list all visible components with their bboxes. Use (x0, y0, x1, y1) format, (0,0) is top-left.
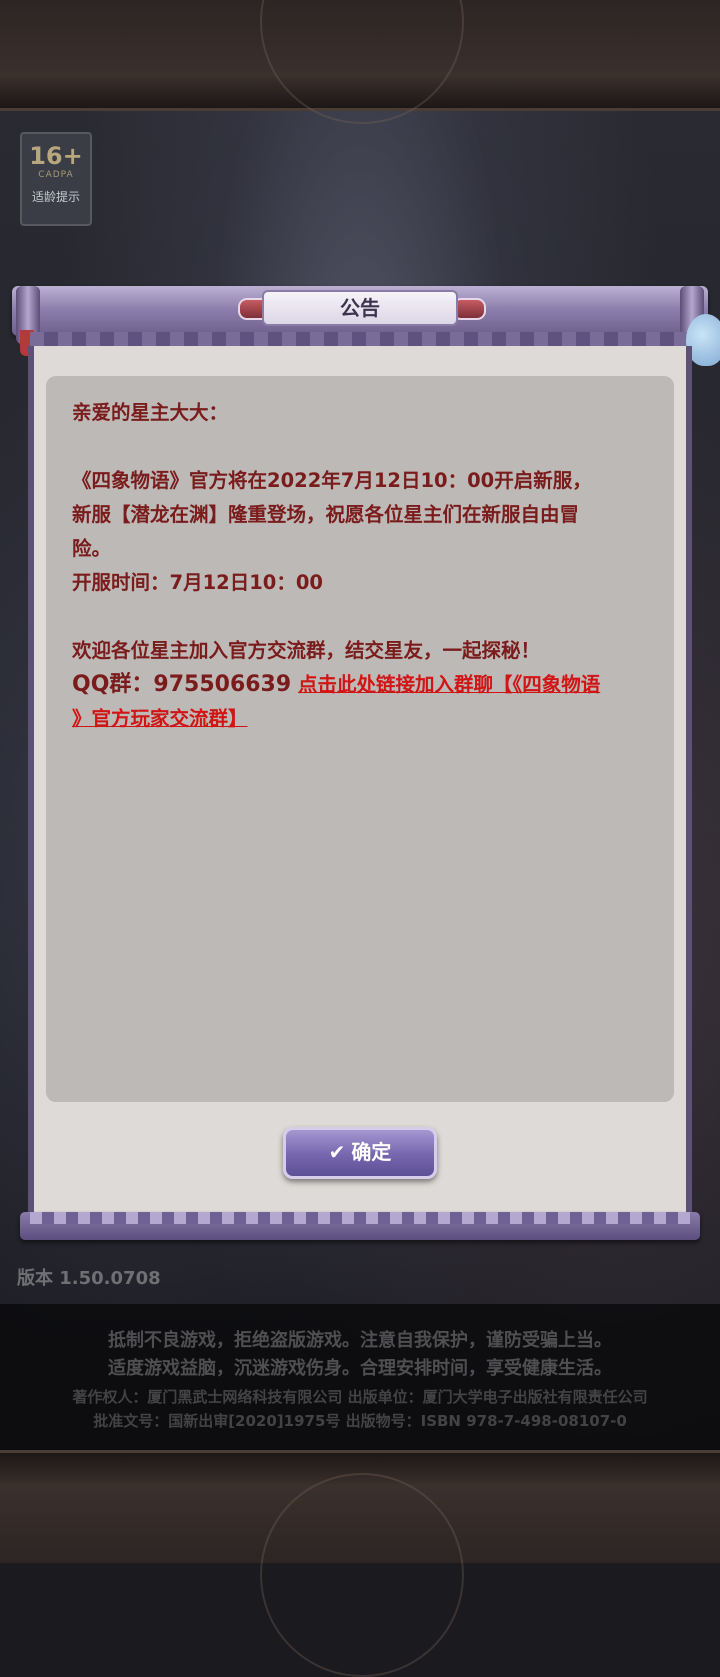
emblem-icon (260, 0, 464, 124)
copyright-line: 著作权人：厦门黑武士网络科技有限公司 出版单位：厦门大学电子出版社有限责任公司 (72, 1388, 648, 1406)
confirm-button-label: 确定 (351, 1140, 392, 1164)
greeting-text: 亲爱的星主大大： (72, 401, 229, 424)
qq-group-join-link[interactable]: 点击此处链接加入群聊【《四象物语 (298, 673, 600, 696)
age-rating-org: CADPA (38, 170, 74, 180)
approval-line: 批准文号：国新出审[2020]1975号 出版物号：ISBN 978-7-498… (93, 1412, 627, 1430)
check-icon: ✔ (328, 1140, 346, 1164)
confirm-button[interactable]: ✔ 确定 (283, 1127, 437, 1179)
age-rating-badge[interactable]: 16+ CADPA 适龄提示 (20, 132, 92, 226)
version-label: 版本 1.50.0708 (17, 1268, 161, 1289)
emblem-icon (260, 1473, 464, 1677)
announcement-line-1: 《四象物语》官方将在2022年7月12日10：00开启新服， (72, 469, 592, 492)
welcome-text: 欢迎各位星主加入官方交流群，结交星友，一起探秘！ (72, 639, 541, 662)
age-rating-value: 16+ (29, 142, 83, 170)
qq-group-join-link-cont[interactable]: 》官方玩家交流群】 (72, 707, 248, 730)
scroll-bottom-rod (20, 1212, 700, 1240)
top-ornate-frame (0, 0, 720, 124)
bottom-ornate-frame (0, 1450, 720, 1677)
health-notice-line-2: 适度游戏益脑，沉迷游戏伤身。合理安排时间，享受健康生活。 (108, 1358, 612, 1379)
open-time-text: 开服时间：7月12日10：00 (72, 571, 323, 594)
health-notice-line-1: 抵制不良游戏，拒绝盗版游戏。注意自我保护，谨防受骗上当。 (108, 1330, 612, 1351)
qq-group-number: QQ群：975506639 (72, 672, 292, 697)
scroll-bottom-pattern (30, 1212, 690, 1224)
announcement-content: 亲爱的星主大大： 《四象物语》官方将在2022年7月12日10：00开启新服， … (46, 376, 674, 1102)
dialog-title: 公告 (262, 290, 458, 326)
health-notice-footer: 抵制不良游戏，拒绝盗版游戏。注意自我保护，谨防受骗上当。 适度游戏益脑，沉迷游戏… (0, 1304, 720, 1450)
age-rating-tip: 适龄提示 (31, 190, 80, 204)
announcement-line-3: 险。 (72, 537, 112, 560)
announcement-line-2: 新服【潜龙在渊】隆重登场，祝愿各位星主们在新服自由冒 (72, 503, 580, 526)
